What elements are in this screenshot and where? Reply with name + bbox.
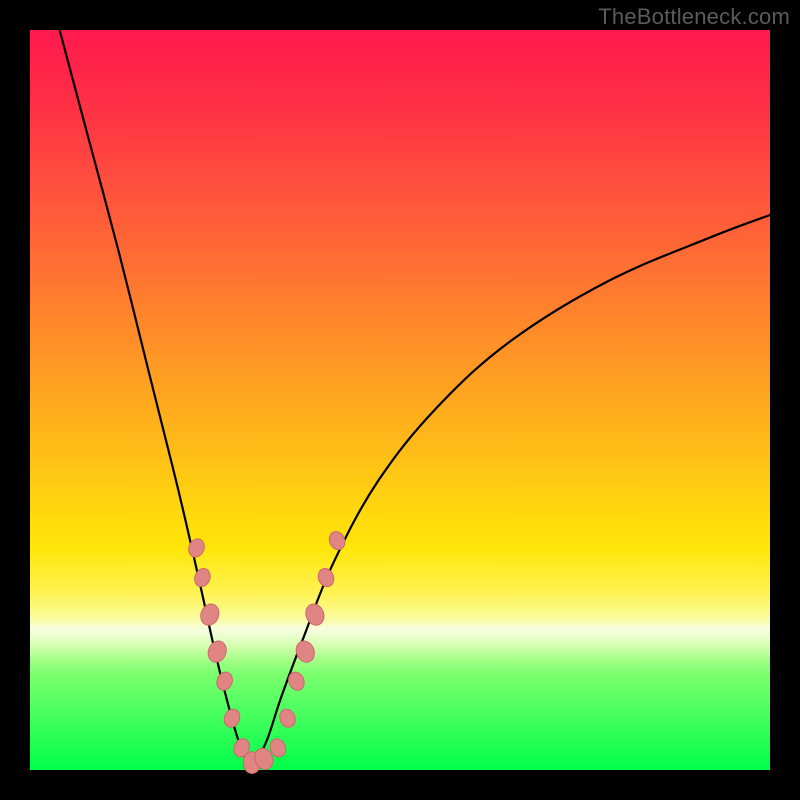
bead-marker [222, 707, 243, 730]
watermark-text: TheBottleneck.com [598, 4, 790, 30]
bead-marker [198, 601, 222, 628]
curve-right-branch [252, 215, 770, 770]
bead-marker [214, 670, 235, 693]
bead-marker [277, 707, 298, 730]
bead-group [186, 529, 347, 773]
bead-marker [205, 638, 229, 665]
curve-svg [30, 30, 770, 770]
plot-area [30, 30, 770, 770]
bead-marker [192, 566, 213, 589]
curve-group [60, 30, 770, 770]
bead-marker [293, 638, 317, 665]
outer-frame: TheBottleneck.com [0, 0, 800, 800]
bead-marker [316, 566, 337, 589]
bead-marker [303, 601, 327, 628]
bead-marker [327, 529, 348, 552]
